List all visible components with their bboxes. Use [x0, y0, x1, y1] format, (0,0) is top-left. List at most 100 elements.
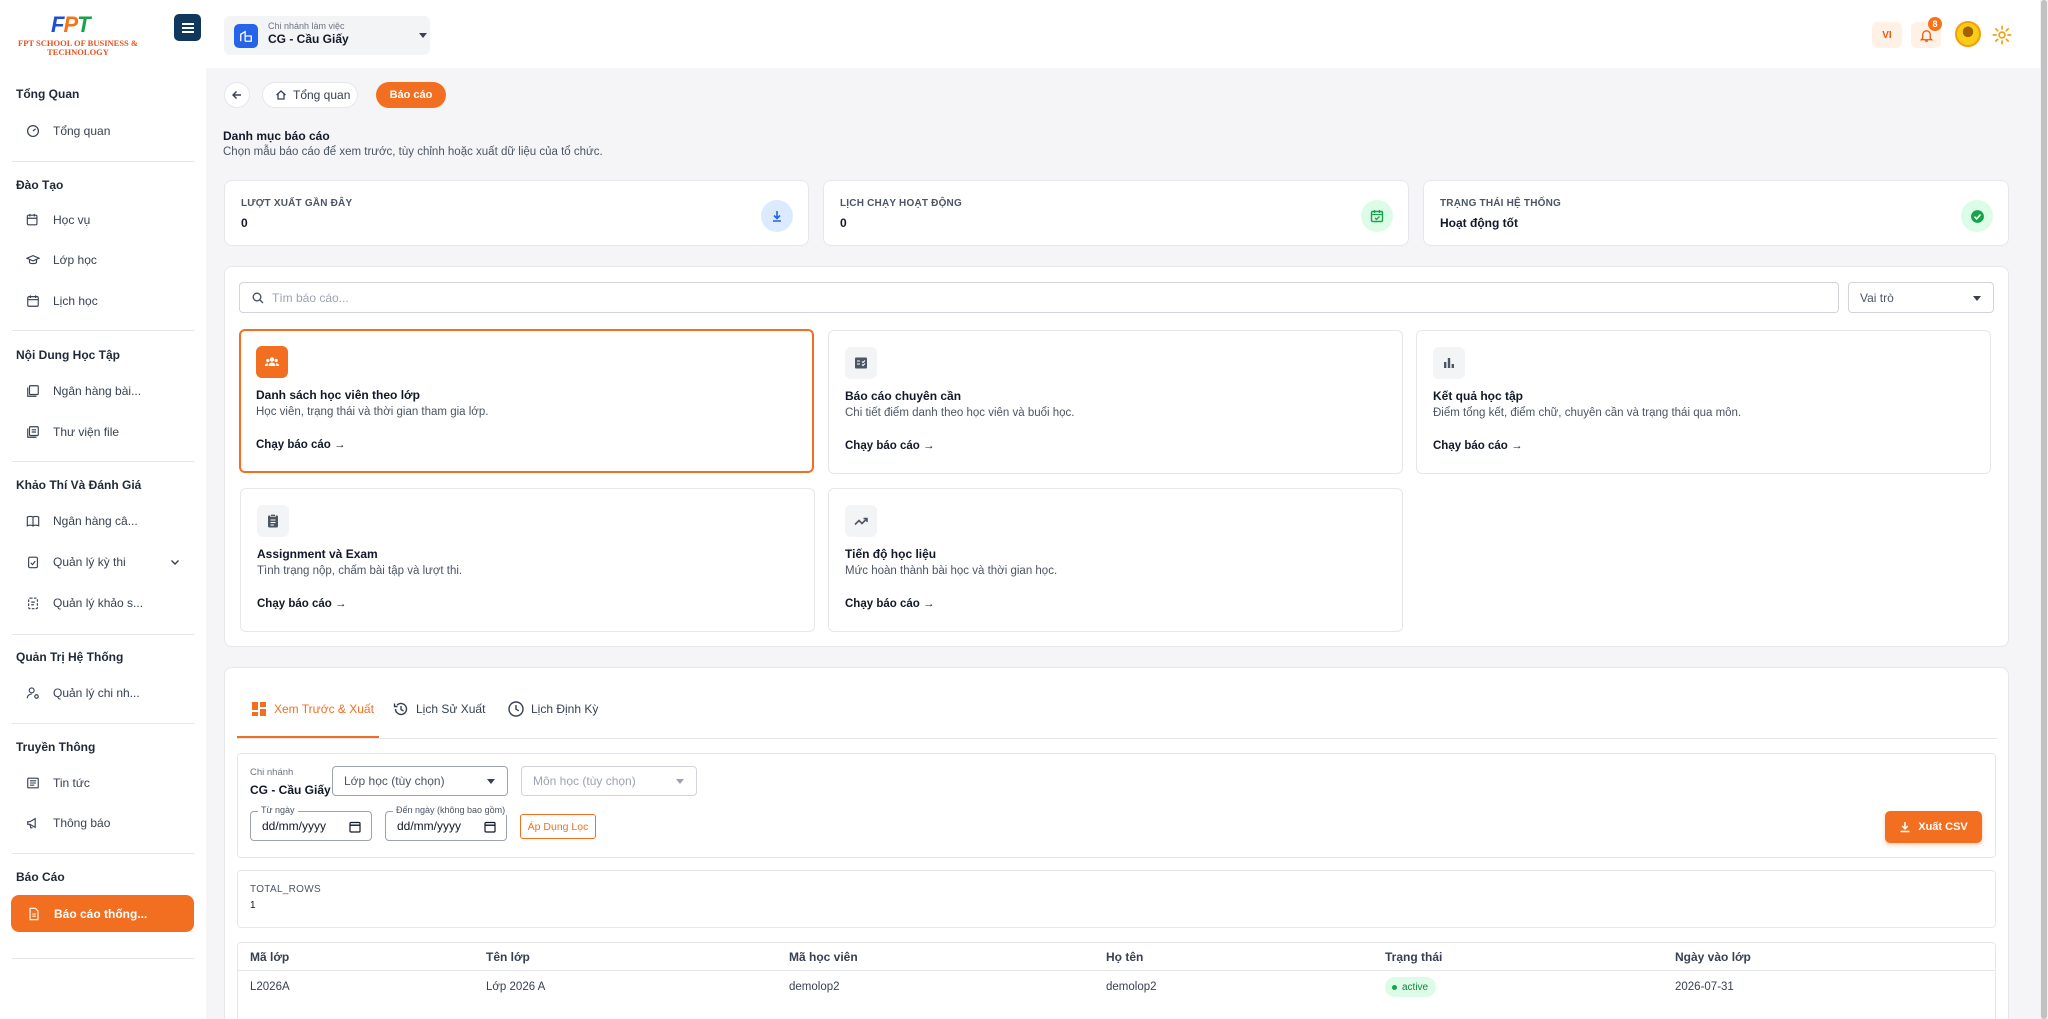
column-header-student-code[interactable]: Mã học viên	[789, 950, 858, 964]
class-select-placeholder: Lớp học (tùy chọn)	[344, 774, 445, 788]
column-header-full-name[interactable]: Họ tên	[1106, 950, 1143, 964]
menu-toggle-button[interactable]	[174, 14, 201, 41]
arrow-left-icon	[232, 91, 241, 99]
sidebar-item-classes[interactable]: Lớp học	[26, 250, 97, 270]
fpt-logo[interactable]: FPT FPT SCHOOL OF BUSINESS & TECHNOLOGY	[17, 12, 139, 58]
breadcrumb-home-label: Tổng quan	[293, 88, 351, 102]
breadcrumb-home[interactable]: Tổng quan	[262, 82, 358, 108]
table-cell-class-name: Lớp 2026 A	[486, 981, 546, 993]
sidebar-item-report-statistics[interactable]: Báo cáo thống...	[11, 895, 194, 932]
column-header-join-date[interactable]: Ngày vào lớp	[1675, 950, 1751, 964]
trending-up-icon	[845, 505, 877, 537]
report-card-academic-results[interactable]: Kết quả học tập Điểm tổng kết, điểm chữ,…	[1416, 330, 1991, 474]
calendar-icon[interactable]	[484, 821, 496, 833]
column-header-class-code[interactable]: Mã lớp	[250, 950, 289, 964]
report-card-assignment-exam[interactable]: Assignment và Exam Tình trạng nộp, chấm …	[240, 488, 815, 632]
sidebar-divider	[12, 723, 194, 724]
calendar-icon[interactable]	[349, 821, 361, 833]
report-card-description: Mức hoàn thành bài học và thời gian học.	[845, 565, 1058, 577]
report-search-field[interactable]	[239, 282, 1839, 313]
report-card-learning-progress[interactable]: Tiến độ học liệu Mức hoàn thành bài học …	[828, 488, 1403, 632]
dashboard-gauge-icon	[26, 124, 40, 138]
download-icon	[761, 200, 793, 232]
column-header-status[interactable]: Trạng thái	[1385, 950, 1442, 964]
stat-card-system-status: TRẠNG THÁI HỆ THỐNG Hoạt động tốt	[1423, 180, 2009, 246]
sidebar-item-announcements[interactable]: Thông báo	[26, 813, 110, 833]
total-rows-label: TOTAL_ROWS	[250, 884, 321, 895]
branch-selector-label: Chi nhánh làm việc	[268, 21, 345, 31]
from-date-value: dd/mm/yyyy	[262, 819, 327, 833]
report-file-icon	[29, 907, 39, 920]
sidebar-item-survey-management[interactable]: Quản lý khảo s...	[26, 593, 143, 613]
run-report-link[interactable]: Chạy báo cáo →	[1433, 440, 1522, 452]
report-card-attendance[interactable]: Báo cáo chuyên cần Chi tiết điểm danh th…	[828, 330, 1403, 474]
to-date-label: Đến ngày (không bao gồm)	[393, 805, 509, 815]
library-books-icon	[27, 385, 39, 397]
stat-card-recent-exports: LƯỢT XUẤT GẦN ĐÂY 0	[224, 180, 809, 246]
sidebar-section-reports: Báo Cáo	[16, 870, 65, 884]
run-report-link[interactable]: Chạy báo cáo →	[257, 598, 346, 610]
sidebar-item-overview[interactable]: Tổng quan	[26, 121, 110, 141]
apply-filter-button[interactable]: Áp Dụng Lọc	[520, 814, 596, 839]
sidebar-item-question-bank[interactable]: Ngân hàng câ...	[26, 511, 138, 531]
report-card-description: Điểm tổng kết, điểm chữ, chuyên cần và t…	[1433, 407, 1742, 419]
breadcrumb-current: Báo cáo	[376, 82, 446, 108]
sidebar-item-branch-management[interactable]: Quản lý chi nh...	[26, 683, 140, 703]
megaphone-icon	[27, 817, 36, 829]
subject-select: Môn học (tùy chọn)	[521, 766, 697, 796]
user-settings-icon	[26, 687, 39, 699]
calendar-clock-icon	[26, 213, 38, 226]
subject-select-placeholder: Môn học (tùy chọn)	[533, 774, 636, 788]
role-select[interactable]: Vai trò	[1848, 282, 1994, 313]
report-card-students-by-class[interactable]: Danh sách học viên theo lớp Học viên, tr…	[239, 329, 814, 473]
avatar[interactable]	[1955, 21, 1981, 47]
sidebar-item-news[interactable]: Tin tức	[26, 773, 90, 793]
clock-icon	[508, 701, 524, 717]
class-select[interactable]: Lớp học (tùy chọn)	[332, 766, 508, 796]
run-report-link[interactable]: Chạy báo cáo →	[845, 598, 934, 610]
role-select-value: Vai trò	[1860, 290, 1894, 305]
tabs-divider	[237, 738, 1997, 739]
sidebar-item-exam-management[interactable]: Quản lý kỳ thi	[26, 552, 126, 572]
sidebar-section-system-admin: Quản Trị Hệ Thống	[16, 650, 124, 664]
status-badge: active	[1385, 977, 1437, 997]
from-date-input[interactable]: dd/mm/yyyy	[250, 811, 372, 841]
tab-export-history[interactable]: Lịch Sử Xuất	[392, 698, 485, 720]
sidebar-section-learning-content: Nội Dung Học Tập	[16, 348, 120, 362]
calendar-check-icon	[1361, 200, 1393, 232]
from-date-label: Từ ngày	[258, 805, 298, 815]
sidebar-item-label: Thư viện file	[53, 425, 120, 439]
graduation-cap-icon	[26, 255, 40, 265]
gear-icon[interactable]	[1991, 24, 2013, 46]
branch-selector[interactable]: Chi nhánh làm việc CG - Cầu Giấy	[224, 16, 430, 55]
sidebar: FPT FPT SCHOOL OF BUSINESS & TECHNOLOGY	[0, 0, 206, 1019]
stat-label: LỊCH CHẠY HOẠT ĐỘNG	[840, 198, 962, 209]
sidebar-item-schedule[interactable]: Lịch học	[26, 291, 98, 311]
report-card-title: Kết quả học tập	[1433, 389, 1524, 403]
sidebar-item-label: Quản lý khảo s...	[53, 596, 144, 610]
tab-scheduled-reports[interactable]: Lịch Định Kỳ	[507, 698, 598, 720]
language-switcher[interactable]: VI	[1872, 22, 1902, 48]
page-scrollbar-thumb[interactable]	[2041, 0, 2047, 1019]
export-csv-button[interactable]: Xuất CSV	[1885, 811, 1982, 843]
sidebar-item-academic-affairs[interactable]: Học vụ	[26, 210, 90, 230]
report-card-description: Tình trạng nộp, chấm bài tập và lượt thi…	[257, 565, 463, 577]
tab-preview-export[interactable]: Xem Trước & Xuất	[250, 698, 374, 720]
to-date-input[interactable]: dd/mm/yyyy	[385, 811, 507, 841]
home-icon	[276, 90, 286, 100]
back-button[interactable]	[224, 82, 250, 108]
run-report-link[interactable]: Chạy báo cáo →	[256, 439, 345, 451]
search-input[interactable]	[272, 290, 1700, 305]
active-tab-indicator	[237, 736, 379, 738]
sidebar-item-lesson-bank[interactable]: Ngân hàng bài...	[26, 381, 141, 401]
sidebar-item-file-library[interactable]: Thư viện file	[26, 422, 119, 442]
column-header-class-name[interactable]: Tên lớp	[486, 950, 530, 964]
calendar-icon	[27, 295, 39, 307]
export-csv-label: Xuất CSV	[1918, 821, 1968, 833]
chevron-down-icon[interactable]	[168, 555, 182, 569]
newspaper-icon	[27, 777, 39, 789]
history-icon	[393, 702, 408, 716]
run-report-link[interactable]: Chạy báo cáo →	[845, 440, 934, 452]
total-rows-card	[237, 870, 1996, 928]
sidebar-item-label: Ngân hàng câ...	[53, 514, 138, 528]
